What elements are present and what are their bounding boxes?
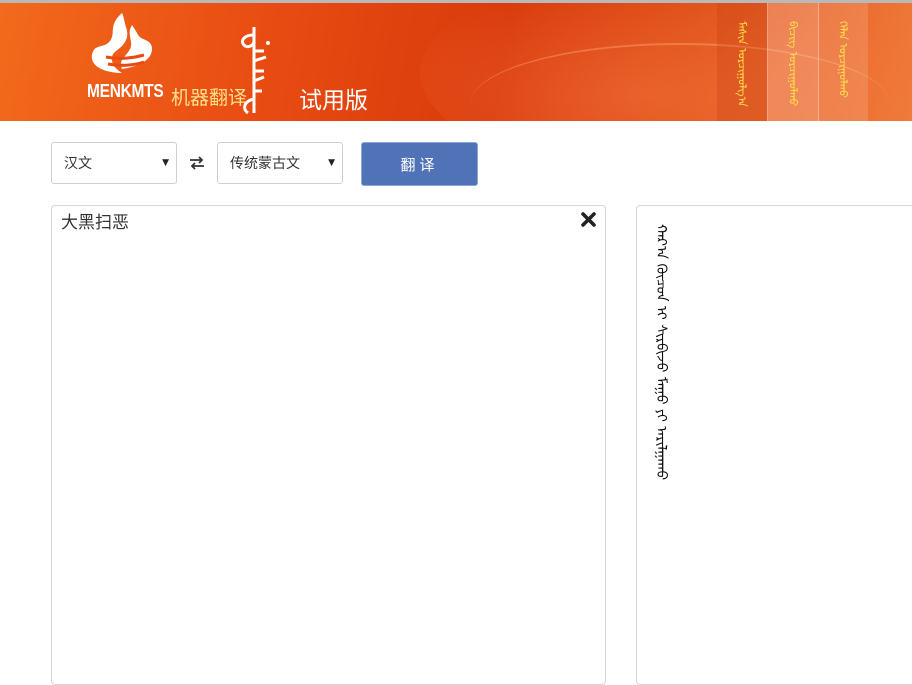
translation-output-text: ᠬᠠᠷ᠎ᠠ ᠬᠦᠴᠦᠨ ᠢ ᠰᠢᠷᠪᠢᠵᠦ ᠮᠠᠭᠤ ᠶᠢ ᠠᠷᠢᠯᠭᠠᠬᠤ (653, 224, 669, 481)
clear-icon[interactable] (580, 211, 597, 228)
source-text-area[interactable]: 大黑扫恶 (51, 205, 606, 685)
logo-text: MENKMTS (87, 81, 164, 101)
header-tab-label: ᠮᠠᠰᠢᠨ ᠣᠷᠴᠢᠭᠤᠯᠭ᠎ᠠ (735, 21, 749, 107)
source-language-value: 汉文 (64, 156, 92, 172)
header-tab-label: ᠬᠡᠯᠡᠨ ᠣᠷᠴᠢᠭᠤᠯᠬᠤ (836, 21, 850, 98)
translate-button[interactable]: 翻译 (361, 142, 478, 186)
target-language-select[interactable]: 传统蒙古文 ▼ (217, 142, 343, 184)
source-text: 大黑扫恶 (61, 213, 129, 233)
dropdown-arrow-icon: ▼ (162, 158, 169, 168)
target-language-value: 传统蒙古文 (230, 156, 300, 172)
header-tab-label: ᠪᠢᠴᠢᠭ ᠣᠷᠴᠢᠭᠤᠯᠬᠤ (786, 21, 800, 107)
header-tab-speech-translation[interactable]: ᠬᠡᠯᠡᠨ ᠣᠷᠴᠢᠭᠤᠯᠬᠤ (818, 3, 868, 121)
swap-languages-icon[interactable] (188, 156, 206, 170)
trial-label: 试用版 (299, 88, 368, 114)
site-header: MENKMTS 机器翻译 试用版 ᠮᠠᠰᠢᠨ ᠣᠷᠴᠢᠭᠤᠯᠭ᠎ᠠ ᠪᠢᠴᠢᠭ … (0, 3, 912, 121)
header-tab-machine-translation[interactable]: ᠮᠠᠰᠢᠨ ᠣᠷᠴᠢᠭᠤᠯᠭ᠎ᠠ (717, 3, 767, 121)
mongolian-script-logo (240, 27, 270, 115)
source-language-select[interactable]: 汉文 ▼ (51, 142, 177, 184)
header-tab-text-translation[interactable]: ᠪᠢᠴᠢᠭ ᠣᠷᠴᠢᠭᠤᠯᠬᠤ (767, 3, 819, 121)
dropdown-arrow-icon: ▼ (328, 158, 335, 168)
output-text-area: ᠬᠠᠷ᠎ᠠ ᠬᠦᠴᠦᠨ ᠢ ᠰᠢᠷᠪᠢᠵᠦ ᠮᠠᠭᠤ ᠶᠢ ᠠᠷᠢᠯᠭᠠᠬᠤ (636, 205, 912, 685)
flame-logo-icon (91, 13, 152, 73)
